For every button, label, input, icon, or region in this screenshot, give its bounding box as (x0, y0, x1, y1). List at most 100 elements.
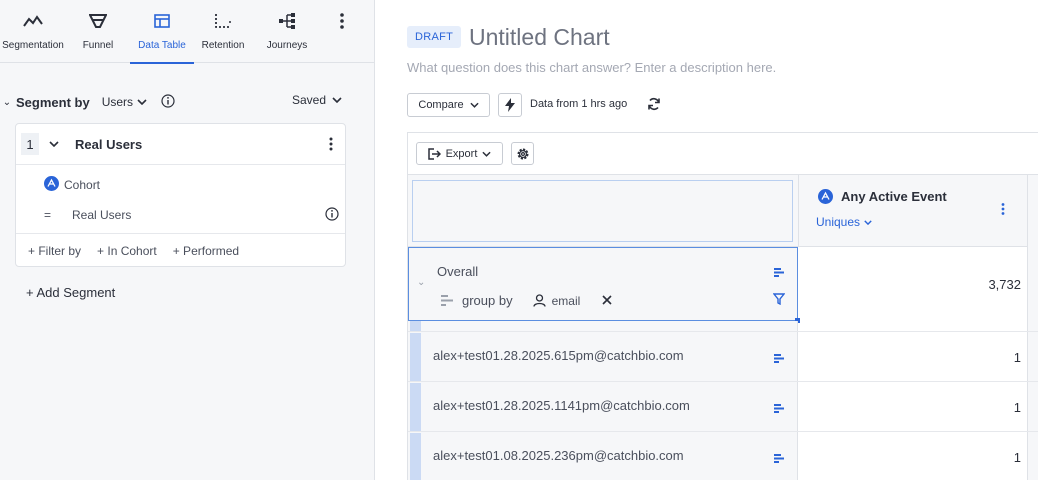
tab-label: Journeys (266, 40, 308, 51)
chart-type-tabs: Segmentation Funnel Data Table Retention… (0, 0, 375, 64)
metric-name-label: Any Active Event (841, 189, 947, 204)
compare-dropdown[interactable]: Compare (407, 93, 490, 117)
chevron-down-icon (864, 219, 872, 225)
row-label: alex+test01.28.2025.1141pm@catchbio.com (433, 398, 690, 413)
cohort-label: Cohort (64, 178, 101, 192)
tab-label: Retention (201, 40, 245, 51)
info-icon[interactable] (161, 93, 175, 111)
draft-badge: DRAFT (407, 26, 462, 48)
row-bar (410, 321, 421, 331)
metric-type-label: Uniques (816, 215, 861, 229)
header-empty-cell (412, 180, 793, 242)
tab-label: Segmentation (2, 40, 64, 51)
group-by-property-label: email (551, 293, 581, 308)
export-icon (427, 147, 441, 160)
lightning-button[interactable] (498, 93, 522, 117)
table-row[interactable]: alex+test01.28.2025.1141pm@catchbio.com … (408, 381, 1038, 432)
row-value: 1 (1013, 349, 1021, 365)
table-row[interactable]: alex+test01.08.2025.236pm@catchbio.com 1 (408, 431, 1038, 480)
row-bar (410, 383, 421, 431)
chevron-down-icon[interactable] (49, 139, 59, 150)
retention-icon (214, 10, 232, 32)
row-label: alex+test01.08.2025.236pm@catchbio.com (433, 448, 684, 463)
overall-label: Overall (437, 264, 479, 279)
add-segment-button[interactable]: + Add Segment (26, 285, 115, 300)
segment-by-title: Segment by (16, 94, 90, 110)
data-table: Export Any Active Event Uniques ⌄ Overal… (407, 132, 1038, 480)
column-gap (1027, 321, 1038, 331)
group-by-property[interactable]: email (532, 293, 581, 308)
row-label-cell (408, 321, 798, 331)
tab-data-table[interactable]: Data Table (130, 0, 194, 64)
tab-label: Funnel (82, 40, 114, 51)
saved-dropdown[interactable]: Saved (292, 93, 342, 107)
left-panel: Segmentation Funnel Data Table Retention… (0, 0, 375, 480)
close-icon[interactable] (602, 292, 612, 309)
compare-label: Compare (418, 99, 464, 111)
overall-row-label-cell[interactable]: ⌄ Overall group by email (408, 247, 800, 323)
row-value: 1 (1013, 399, 1021, 415)
tab-retention[interactable]: Retention (194, 0, 252, 63)
chevron-down-icon (482, 151, 491, 157)
filter-icon[interactable] (772, 293, 786, 308)
cohort-condition[interactable]: Cohort (44, 176, 100, 194)
gear-icon (517, 148, 528, 159)
sort-icon[interactable] (774, 351, 785, 366)
segment-card-footer: + Filter by + In Cohort + Performed (16, 233, 345, 267)
cohort-value[interactable]: Real Users (72, 208, 131, 222)
sort-icon[interactable] (774, 401, 785, 416)
column-gap (1027, 175, 1038, 247)
saved-dropdown-label: Saved (292, 93, 327, 107)
tab-label: Data Table (138, 40, 186, 51)
more-vertical-icon[interactable] (1001, 203, 1005, 218)
table-header-row: Any Active Event Uniques (408, 174, 1038, 247)
chevron-down-icon[interactable]: ⌄ (0, 97, 14, 108)
data-freshness: Data from 1 hrs ago (530, 98, 628, 110)
sort-icon[interactable] (774, 451, 785, 466)
settings-button[interactable] (511, 142, 534, 165)
chart-description-input[interactable]: What question does this chart answer? En… (407, 60, 776, 75)
tab-journeys[interactable]: Journeys (252, 0, 322, 63)
info-icon[interactable] (325, 207, 339, 224)
column-gap (1027, 432, 1038, 480)
more-vertical-icon[interactable] (329, 137, 333, 154)
in-cohort-button[interactable]: + In Cohort (97, 244, 157, 258)
more-vertical-icon (340, 10, 344, 32)
segment-card-header: 1 Real Users (16, 124, 345, 165)
export-label: Export (445, 147, 478, 160)
sort-icon[interactable] (774, 265, 785, 280)
table-row[interactable]: alex+test01.28.2025.615pm@catchbio.com 1 (408, 331, 1038, 382)
performed-button[interactable]: + Performed (173, 244, 239, 258)
chevron-down-icon[interactable]: ⌄ (417, 277, 425, 288)
users-dropdown[interactable]: Users (102, 95, 147, 109)
user-icon (532, 294, 546, 307)
tab-funnel[interactable]: Funnel (66, 0, 130, 63)
metric-column-header: Any Active Event Uniques (798, 175, 1027, 247)
cohort-icon (44, 176, 59, 194)
funnel-icon (89, 10, 107, 32)
column-gap (1027, 382, 1038, 432)
group-by-label: group by (462, 293, 513, 308)
filter-by-button[interactable]: + Filter by (28, 244, 81, 258)
row-spacer (408, 321, 1038, 331)
cohort-value-row: = Real Users (44, 207, 339, 224)
chevron-down-icon (137, 99, 147, 105)
line-chart-icon (23, 10, 43, 32)
row-label: alex+test01.28.2025.615pm@catchbio.com (433, 348, 684, 363)
tab-segmentation[interactable]: Segmentation (0, 0, 66, 63)
column-gap (1027, 332, 1038, 382)
more-tabs-button[interactable] (322, 0, 362, 63)
metric-type-dropdown[interactable]: Uniques (816, 215, 872, 229)
refresh-icon[interactable] (647, 97, 661, 114)
table-icon (154, 10, 170, 32)
export-button[interactable]: Export (416, 142, 503, 165)
segment-name[interactable]: Real Users (75, 137, 142, 152)
segment-by-header: ⌄ Segment by Users (0, 92, 175, 112)
group-by-icon (441, 295, 453, 306)
column-gap (1027, 247, 1038, 321)
segment-number: 1 (21, 133, 39, 155)
row-value: 1 (1013, 449, 1021, 465)
users-dropdown-label: Users (101, 95, 134, 109)
metric-name[interactable]: Any Active Event (818, 189, 947, 204)
chart-title[interactable]: Untitled Chart (469, 24, 610, 51)
